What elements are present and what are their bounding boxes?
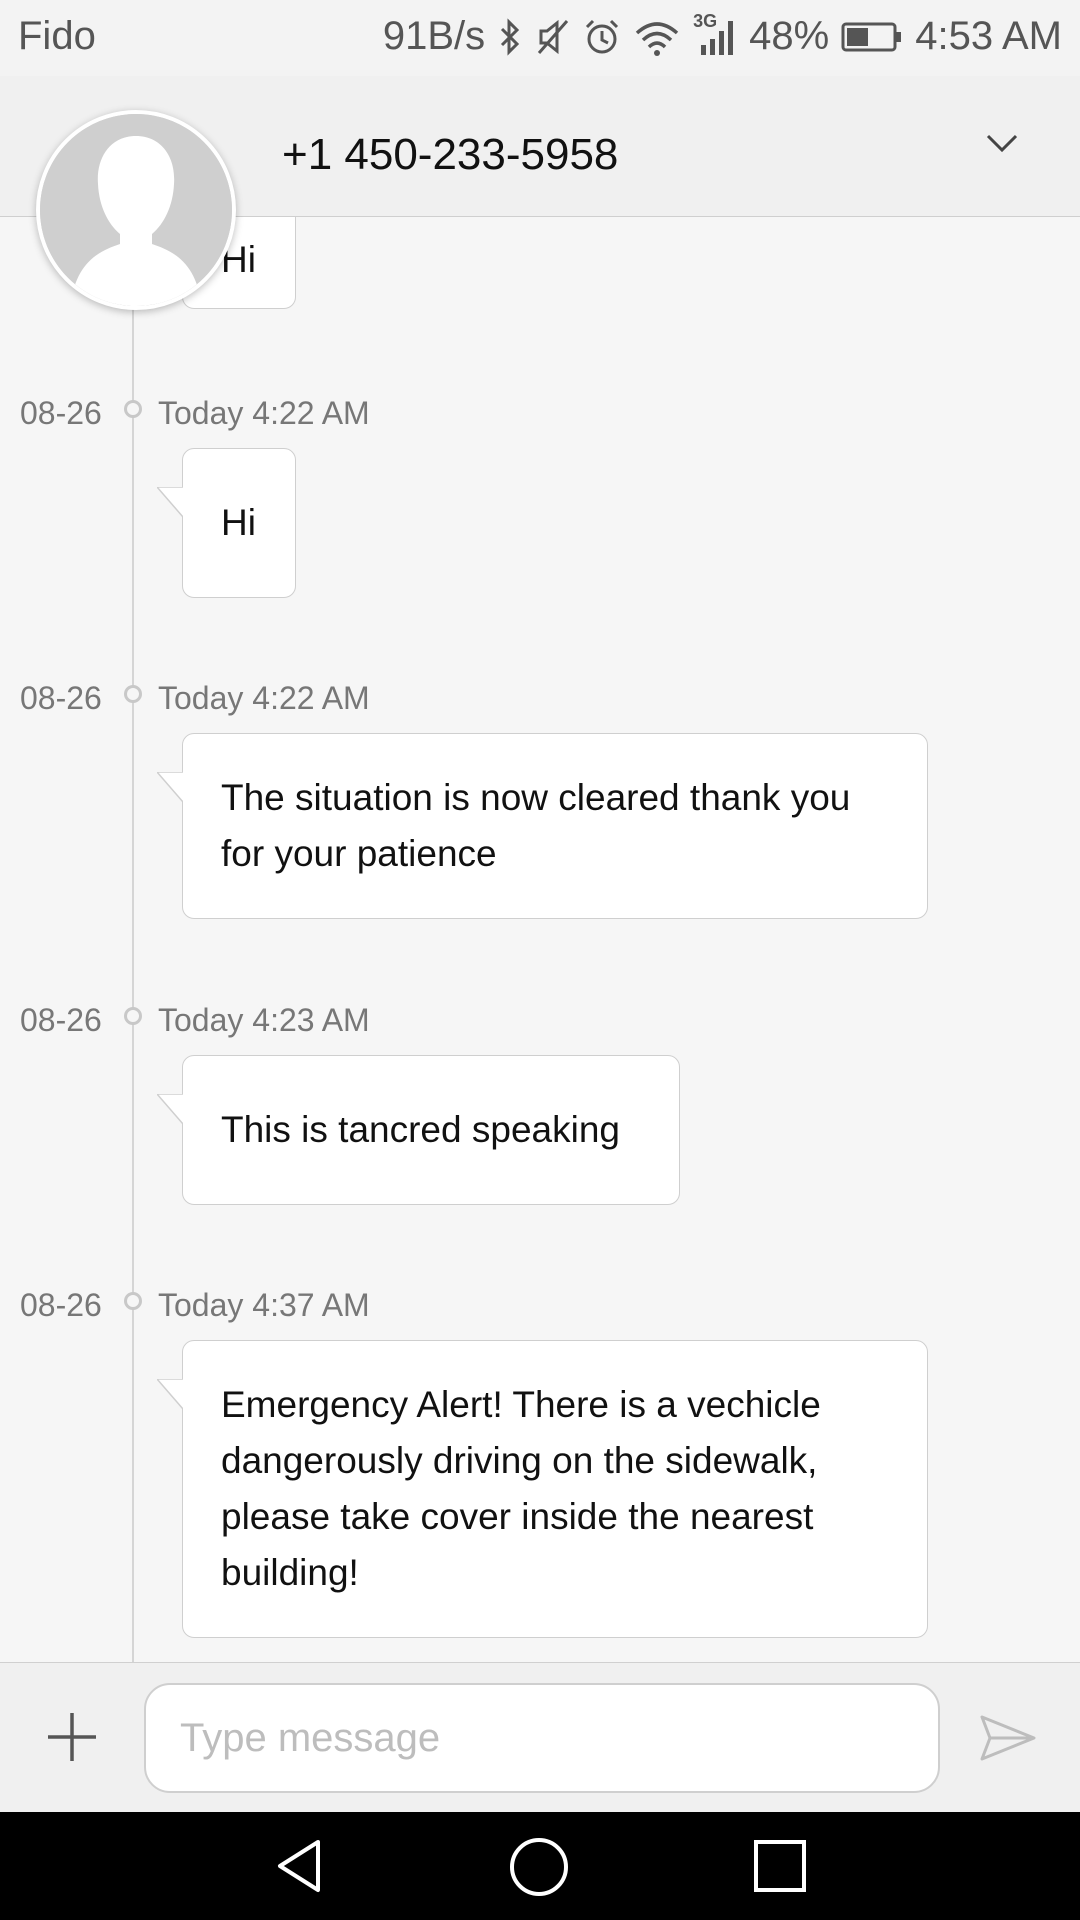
wifi-icon xyxy=(636,21,679,56)
clock: 4:53 AM xyxy=(915,14,1062,58)
message-text-line: The situation is now cleared thank you xyxy=(221,777,851,818)
message-text-line: Emergency Alert! There is a vechicle xyxy=(221,1384,821,1425)
bubble-tail xyxy=(157,1379,183,1409)
message-date: 08-26 xyxy=(20,680,102,716)
message-time: Today 4:37 AM xyxy=(158,1287,370,1323)
timeline-dot xyxy=(124,1292,142,1310)
navigation-bar xyxy=(0,1812,1080,1920)
message-text-line: for your patience xyxy=(221,833,497,874)
message-text-line: please take cover inside the nearest xyxy=(221,1496,814,1537)
compose-bar: Type message xyxy=(0,1662,1080,1813)
person-icon xyxy=(40,114,232,306)
message-date: 08-26 xyxy=(20,1287,102,1323)
message-date: 08-26 xyxy=(20,1002,102,1038)
carrier-label: Fido xyxy=(18,14,96,58)
message-text-line: building! xyxy=(221,1552,359,1593)
battery-percent: 48% xyxy=(749,14,830,58)
mute-icon xyxy=(538,19,569,54)
recents-icon[interactable] xyxy=(752,1836,810,1894)
battery-icon xyxy=(841,22,902,51)
status-icons: 91B/s 3G 48% 4:53 AM xyxy=(382,11,1062,59)
back-icon[interactable] xyxy=(270,1836,330,1896)
timeline-dot xyxy=(124,400,142,418)
message-time: Today 4:22 AM xyxy=(158,395,370,431)
bubble-tail xyxy=(157,1094,183,1124)
signal-icon: 3G xyxy=(693,11,737,57)
message-input[interactable]: Type message xyxy=(144,1683,940,1793)
message-text: This is tancred speaking xyxy=(221,1109,620,1150)
contact-avatar[interactable] xyxy=(36,110,236,310)
status-bar: Fido 91B/s 3G 48% 4:53 AM xyxy=(0,0,1080,76)
alarm-icon xyxy=(586,19,619,53)
message-bubble[interactable]: Hi xyxy=(157,448,296,598)
message-text-line: dangerously driving on the sidewalk, xyxy=(221,1440,818,1481)
message-bubble[interactable]: Emergency Alert! There is a vechicle dan… xyxy=(157,1340,928,1638)
home-icon[interactable] xyxy=(508,1836,570,1898)
message-list[interactable]: Hi 08-26 Today 4:22 AM Hi 08-26 Today 4:… xyxy=(0,217,1080,1661)
bubble-tail xyxy=(157,487,183,517)
message-text: Hi xyxy=(221,502,256,543)
message-bubble[interactable]: This is tancred speaking xyxy=(157,1055,680,1205)
contact-number: +1 450-233-5958 xyxy=(282,130,619,179)
message-time: Today 4:23 AM xyxy=(158,1002,370,1038)
message-bubble[interactable]: The situation is now cleared thank you f… xyxy=(157,733,928,919)
chevron-down-icon[interactable] xyxy=(980,120,1024,164)
timeline-dot xyxy=(124,685,142,703)
message-time: Today 4:22 AM xyxy=(158,680,370,716)
message-date: 08-26 xyxy=(20,395,102,431)
timeline-dot xyxy=(124,1007,142,1025)
attach-plus-icon[interactable] xyxy=(44,1709,100,1765)
send-icon[interactable] xyxy=(978,1711,1038,1765)
message-input-placeholder: Type message xyxy=(180,1716,441,1760)
bubble-tail xyxy=(157,772,183,802)
net-speed: 91B/s xyxy=(382,14,486,58)
bluetooth-icon xyxy=(501,17,520,56)
